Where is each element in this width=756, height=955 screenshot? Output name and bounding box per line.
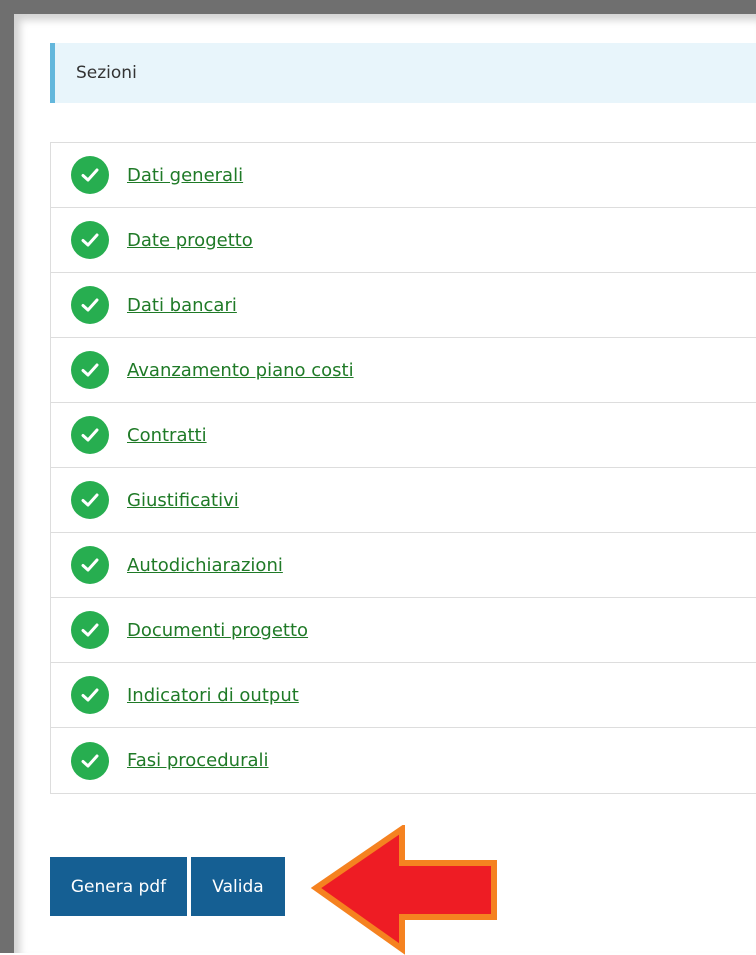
generate-pdf-button[interactable]: Genera pdf: [50, 857, 187, 916]
sections-list: Dati generali Date progetto Dati bancari…: [50, 142, 756, 794]
check-circle-icon: [71, 676, 109, 714]
list-item: Fasi procedurali: [51, 728, 756, 793]
list-item: Autodichiarazioni: [51, 533, 756, 598]
list-item: Indicatori di output: [51, 663, 756, 728]
arrow-left-icon: [310, 825, 497, 955]
section-link-dati-generali[interactable]: Dati generali: [127, 165, 243, 186]
section-link-dati-bancari[interactable]: Dati bancari: [127, 295, 237, 316]
section-link-autodichiarazioni[interactable]: Autodichiarazioni: [127, 555, 283, 576]
list-item: Contratti: [51, 403, 756, 468]
list-item: Avanzamento piano costi: [51, 338, 756, 403]
section-link-date-progetto[interactable]: Date progetto: [127, 230, 253, 251]
sections-title: Sezioni: [76, 63, 137, 83]
list-item: Giustificativi: [51, 468, 756, 533]
page-frame: Sezioni Dati generali Date progetto Dati…: [0, 0, 756, 955]
section-link-avanzamento-piano-costi[interactable]: Avanzamento piano costi: [127, 360, 354, 381]
section-link-fasi-procedurali[interactable]: Fasi procedurali: [127, 750, 269, 771]
check-circle-icon: [71, 156, 109, 194]
section-link-indicatori-di-output[interactable]: Indicatori di output: [127, 685, 299, 706]
check-circle-icon: [71, 351, 109, 389]
check-circle-icon: [71, 481, 109, 519]
check-circle-icon: [71, 416, 109, 454]
sections-header: Sezioni: [50, 43, 756, 103]
list-item: Dati generali: [51, 143, 756, 208]
check-circle-icon: [71, 611, 109, 649]
list-item: Date progetto: [51, 208, 756, 273]
check-circle-icon: [71, 286, 109, 324]
section-link-documenti-progetto[interactable]: Documenti progetto: [127, 620, 308, 641]
check-circle-icon: [71, 741, 109, 780]
section-link-contratti[interactable]: Contratti: [127, 425, 207, 446]
check-circle-icon: [71, 221, 109, 259]
list-item: Documenti progetto: [51, 598, 756, 663]
validate-button[interactable]: Valida: [191, 857, 285, 916]
list-item: Dati bancari: [51, 273, 756, 338]
check-circle-icon: [71, 546, 109, 584]
section-link-giustificativi[interactable]: Giustificativi: [127, 490, 239, 511]
action-buttons: Genera pdf Valida: [50, 857, 285, 916]
